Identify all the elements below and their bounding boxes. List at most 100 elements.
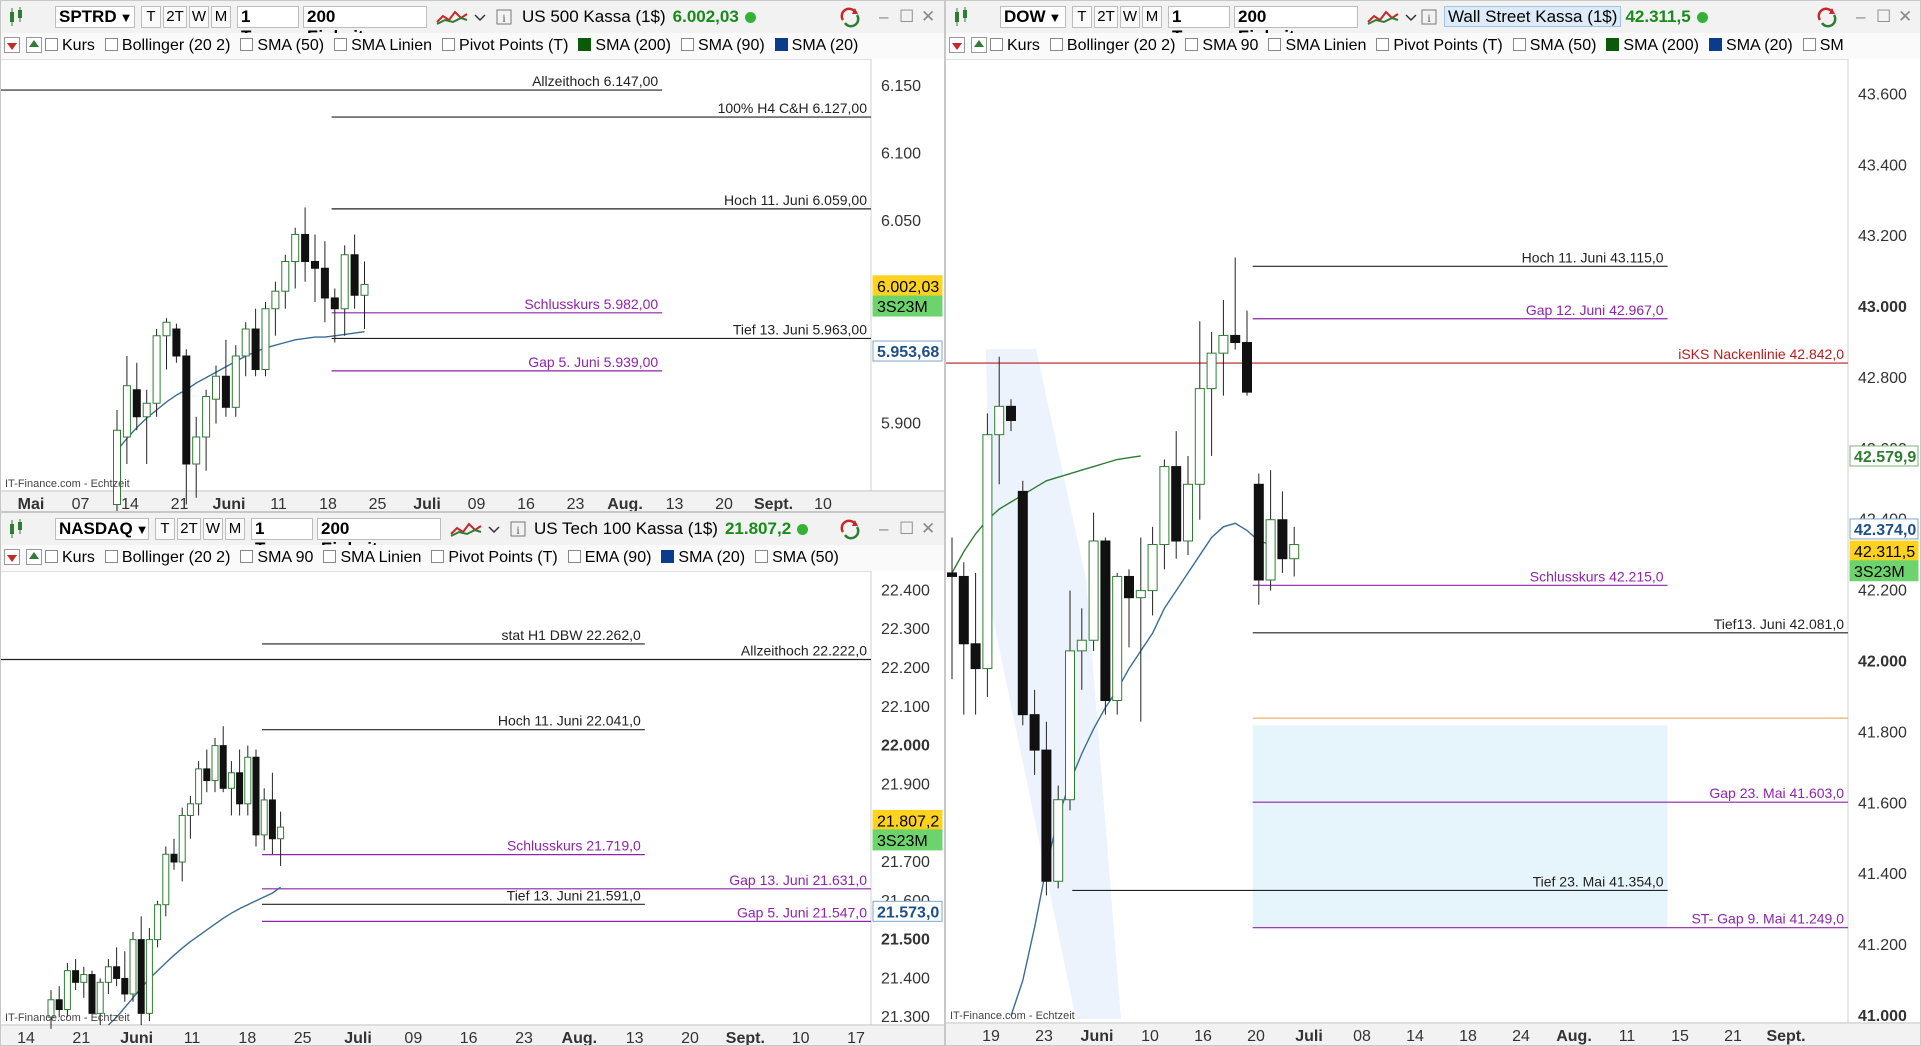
indicator-item[interactable]: Pivot Points (T)	[1376, 33, 1503, 59]
indicator-checkbox[interactable]	[578, 38, 592, 51]
info-icon[interactable]: i	[495, 6, 513, 28]
arrow-down-icon[interactable]	[4, 549, 20, 565]
chevron-down-icon[interactable]	[473, 6, 487, 28]
indicator-checkbox[interactable]	[990, 38, 1003, 51]
arrow-down-icon[interactable]	[949, 37, 965, 53]
period-button[interactable]: W	[203, 518, 223, 540]
indicator-checkbox[interactable]	[323, 550, 337, 563]
chevron-down-icon[interactable]	[487, 518, 501, 540]
indicator-item[interactable]: SMA (200)	[578, 33, 671, 59]
indicator-checkbox[interactable]	[1268, 38, 1282, 51]
symbol-select[interactable]: SPTRD ▼	[55, 6, 135, 28]
indicator-icon[interactable]	[449, 518, 483, 540]
indicator-item[interactable]: Kurs	[45, 33, 95, 59]
indicator-checkbox[interactable]	[774, 38, 788, 51]
indicator-checkbox[interactable]	[45, 550, 58, 563]
indicator-item[interactable]: SMA (50)	[1512, 33, 1596, 59]
info-icon[interactable]: i	[1420, 6, 1438, 28]
symbol-select[interactable]: NASDAQ ▼	[55, 518, 149, 540]
minimize-icon[interactable]: –	[1856, 7, 1865, 27]
indicator-item[interactable]: Bollinger (20 2)	[104, 33, 230, 59]
indicator-item[interactable]: SMA (50)	[240, 33, 324, 59]
indicator-item[interactable]: SMA (20)	[661, 545, 745, 571]
price-chart[interactable]: stat H1 DBW 22.262,0 Allzeithoch 22.222,0…	[1, 571, 944, 1045]
indicator-checkbox[interactable]	[755, 550, 769, 563]
units-select[interactable]: 200 Einheiten▼	[317, 518, 441, 558]
chart-panel-dow[interactable]: DOW▼ T 2T W M 1 Tag▼ 200 Einheiten▼ i Wa…	[945, 0, 1921, 1046]
info-icon[interactable]: i	[509, 518, 527, 540]
maximize-icon[interactable]: ☐	[899, 519, 914, 539]
arrow-down-icon[interactable]	[4, 37, 20, 53]
close-icon[interactable]: ✕	[1898, 7, 1912, 27]
close-icon[interactable]: ✕	[921, 7, 935, 27]
arrow-up-icon[interactable]	[26, 37, 42, 53]
indicator-checkbox[interactable]	[104, 550, 118, 563]
minimize-icon[interactable]: –	[879, 519, 888, 539]
indicator-item[interactable]: SMA (20)	[774, 33, 858, 59]
period-button[interactable]: M	[225, 518, 245, 540]
indicator-item[interactable]: SMA Linien	[323, 545, 421, 571]
indicator-checkbox[interactable]	[442, 38, 456, 51]
price-chart[interactable]: Hoch 11. Juni 43.115,0 Gap 12. Juni 42.96…	[946, 59, 1920, 1045]
minimize-icon[interactable]: –	[879, 7, 888, 27]
indicator-checkbox[interactable]	[1049, 38, 1063, 51]
indicator-checkbox[interactable]	[45, 38, 58, 51]
indicator-item[interactable]: SMA Linien	[1268, 33, 1366, 59]
period-button[interactable]: M	[211, 6, 231, 28]
indicator-item[interactable]: SMA (90)	[680, 33, 765, 59]
period-button[interactable]: W	[1120, 6, 1140, 28]
period-button[interactable]: 2T	[177, 518, 201, 540]
candles-icon[interactable]	[952, 6, 974, 28]
indicator-checkbox[interactable]	[1802, 38, 1816, 51]
units-select[interactable]: 200 Einheiten▼	[1234, 6, 1358, 46]
indicator-checkbox[interactable]	[1709, 38, 1723, 51]
period-button[interactable]: W	[189, 6, 209, 28]
indicator-item[interactable]: Pivot Points (T)	[442, 33, 568, 59]
indicator-item[interactable]: Kurs	[990, 33, 1040, 59]
indicator-checkbox[interactable]	[104, 38, 118, 51]
interval-select[interactable]: 1 Tag▼	[237, 6, 299, 46]
indicator-icon[interactable]	[435, 6, 469, 28]
chart-panel-sptrd[interactable]: SPTRD▼ T 2T W M 1 Tag▼ 200 Einheiten▼ i …	[0, 0, 945, 512]
indicator-checkbox[interactable]	[1606, 38, 1620, 51]
interval-select[interactable]: 1 Tag▼	[1168, 6, 1230, 46]
indicator-checkbox[interactable]	[1185, 38, 1199, 51]
indicator-item[interactable]: SMA 90	[1185, 33, 1258, 59]
period-button[interactable]: T	[155, 518, 175, 540]
indicator-checkbox[interactable]	[240, 38, 254, 51]
indicator-item[interactable]: SMA 90	[240, 545, 313, 571]
indicator-item[interactable]: Kurs	[45, 545, 95, 571]
close-icon[interactable]: ✕	[921, 519, 935, 539]
period-button[interactable]: T	[1072, 6, 1092, 28]
interval-select[interactable]: 1 Tag▼	[251, 518, 313, 558]
units-select[interactable]: 200 Einheiten▼	[303, 6, 427, 46]
arrow-up-icon[interactable]	[26, 549, 42, 565]
refresh-icon[interactable]	[1816, 6, 1838, 28]
period-button[interactable]: 2T	[1094, 6, 1118, 28]
indicator-item[interactable]: Bollinger (20 2)	[104, 545, 230, 571]
indicator-item[interactable]: SM	[1802, 33, 1844, 59]
refresh-icon[interactable]	[839, 518, 861, 540]
indicator-item[interactable]: SMA (50)	[755, 545, 839, 571]
indicator-checkbox[interactable]	[431, 550, 445, 563]
maximize-icon[interactable]: ☐	[1876, 7, 1891, 27]
indicator-item[interactable]: SMA (20)	[1709, 33, 1793, 59]
indicator-item[interactable]: Bollinger (20 2)	[1049, 33, 1175, 59]
indicator-item[interactable]: EMA (90)	[567, 545, 651, 571]
indicator-item[interactable]: SMA Linien	[334, 33, 432, 59]
indicator-checkbox[interactable]	[334, 38, 348, 51]
arrow-up-icon[interactable]	[971, 37, 987, 53]
indicator-checkbox[interactable]	[1512, 38, 1526, 51]
maximize-icon[interactable]: ☐	[899, 7, 914, 27]
refresh-icon[interactable]	[839, 6, 861, 28]
indicator-checkbox[interactable]	[661, 550, 675, 563]
price-chart[interactable]: Allzeithoch 6.147,00 100% H4 C&H 6.127,00…	[1, 59, 944, 511]
period-button[interactable]: T	[141, 6, 161, 28]
candles-icon[interactable]	[7, 518, 29, 540]
candles-icon[interactable]	[7, 6, 29, 28]
period-button[interactable]: 2T	[163, 6, 187, 28]
indicator-checkbox[interactable]	[1376, 38, 1390, 51]
chart-panel-nasdaq[interactable]: NASDAQ▼ T 2T W M 1 Tag▼ 200 Einheiten▼ i…	[0, 512, 945, 1046]
indicator-checkbox[interactable]	[567, 550, 581, 563]
period-button[interactable]: M	[1142, 6, 1162, 28]
